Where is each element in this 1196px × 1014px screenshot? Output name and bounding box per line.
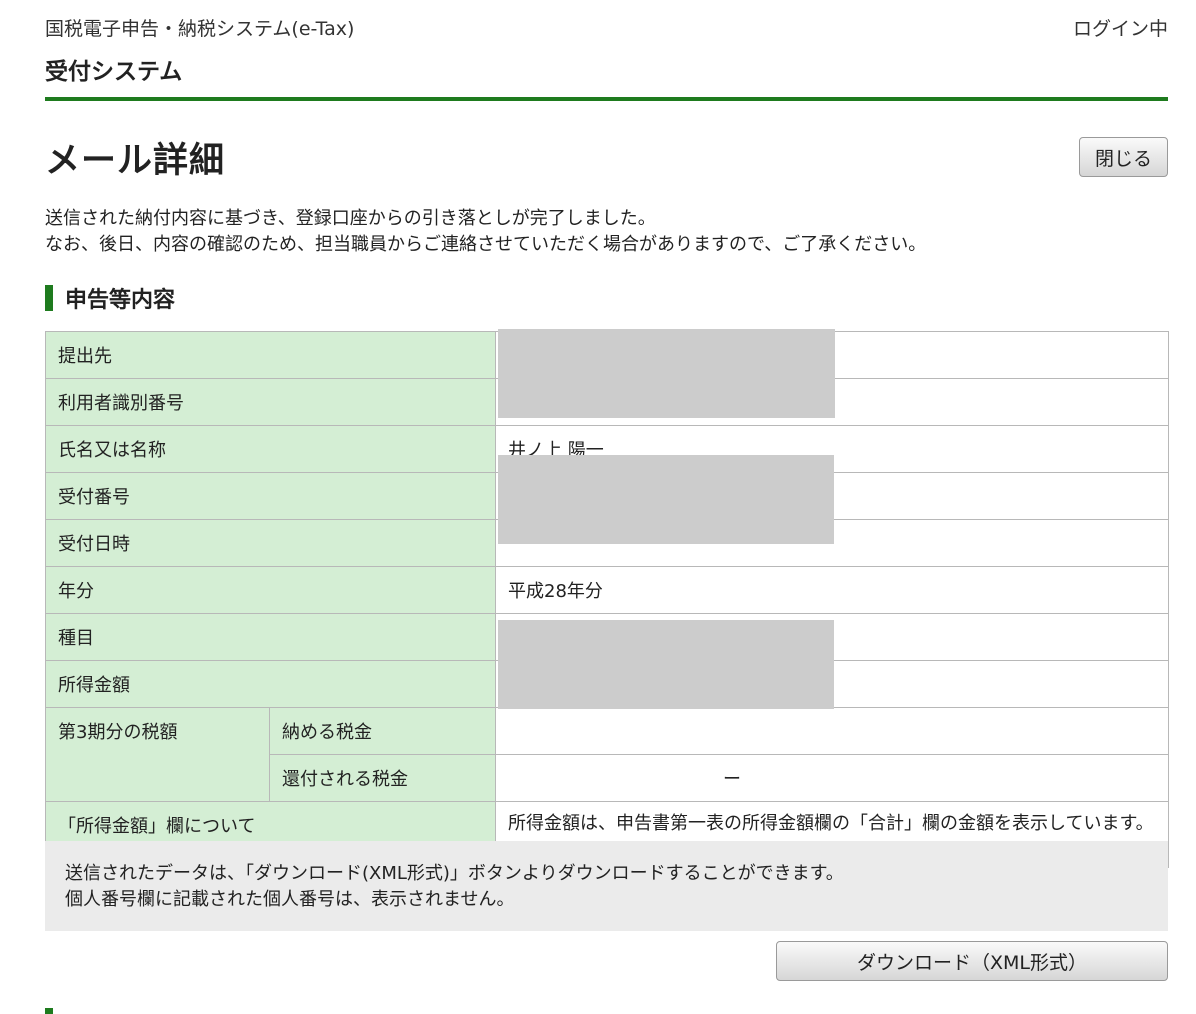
- section-heading: 申告等内容: [45, 284, 176, 313]
- submit-to-label: 提出先: [45, 331, 496, 379]
- receipt-no-label: 受付番号: [45, 472, 496, 520]
- subsystem-title: 受付システム: [45, 59, 183, 85]
- tax-refund-value: ー: [495, 754, 1169, 802]
- redacted-block-submit-id: [498, 329, 835, 418]
- income-label: 所得金額: [45, 660, 496, 708]
- year-label: 年分: [45, 566, 496, 614]
- redacted-block-income: [498, 620, 834, 709]
- redacted-block-receipt: [498, 455, 834, 544]
- next-section-marker: [45, 1008, 53, 1014]
- info-line-1: 送信されたデータは、「ダウンロード(XML形式)」ボタンよりダウンロードすること…: [65, 863, 844, 884]
- message-line-1: 送信された納付内容に基づき、登録口座からの引き落としが完了しました。: [45, 208, 656, 229]
- login-status: ログイン中: [1072, 18, 1168, 40]
- message-line-2: なお、後日、内容の確認のため、担当職員からご連絡させていただく場合がありますので…: [45, 234, 927, 255]
- tax-type-label: 種目: [45, 613, 496, 661]
- completion-message: 送信された納付内容に基づき、登録口座からの引き落としが完了しました。 なお、後日…: [45, 206, 926, 258]
- page-title: メール詳細: [45, 141, 226, 181]
- info-line-2: 個人番号欄に記載された個人番号は、表示されません。: [65, 889, 515, 910]
- table-row-year: 年分 平成28年分: [45, 566, 1169, 614]
- section-title: 申告等内容: [65, 288, 176, 313]
- tax-refund-label: 還付される税金: [269, 754, 496, 802]
- download-info-box: 送信されたデータは、「ダウンロード(XML形式)」ボタンよりダウンロードすること…: [45, 841, 1168, 931]
- third-term-label: 第3期分の税額: [45, 707, 270, 802]
- close-button[interactable]: 閉じる: [1079, 137, 1168, 177]
- tax-payable-label: 納める税金: [269, 707, 496, 755]
- table-row-tax-payable: 第3期分の税額 納める税金: [45, 707, 1169, 802]
- tax-payable-value: [495, 707, 1169, 755]
- header-divider: [45, 97, 1168, 101]
- user-id-label: 利用者識別番号: [45, 378, 496, 426]
- section-marker: [45, 285, 53, 311]
- receipt-datetime-label: 受付日時: [45, 519, 496, 567]
- year-value: 平成28年分: [495, 566, 1169, 614]
- download-xml-button[interactable]: ダウンロード（XML形式）: [776, 941, 1168, 981]
- name-label: 氏名又は名称: [45, 425, 496, 473]
- system-name: 国税電子申告・納税システム(e-Tax): [45, 18, 355, 40]
